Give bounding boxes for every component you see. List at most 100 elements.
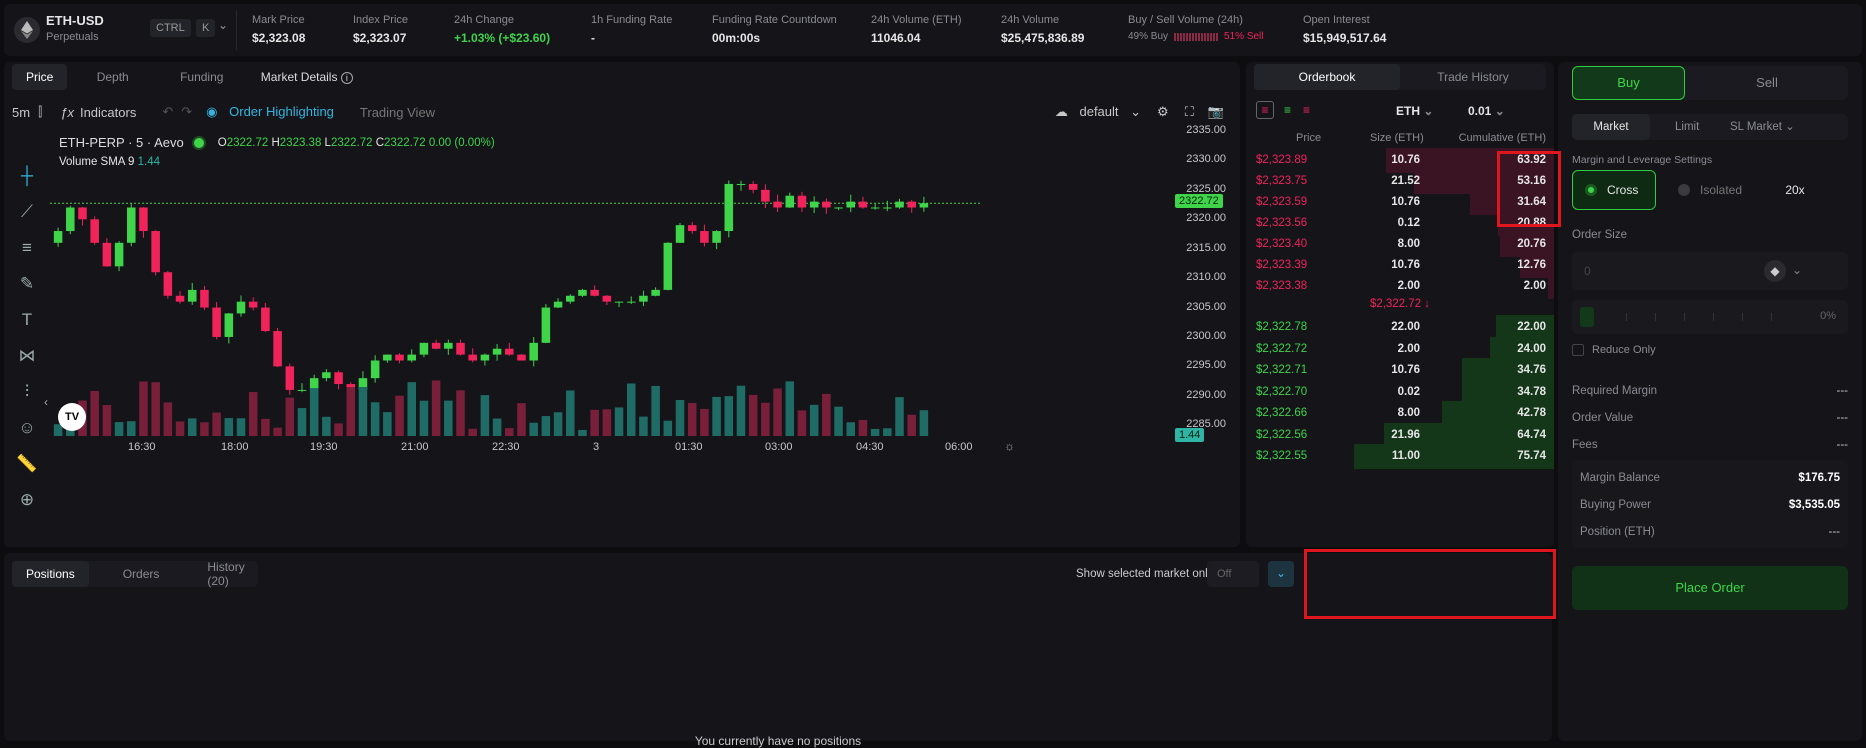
volume-bar: [883, 428, 892, 436]
order-type-market[interactable]: Market: [1572, 114, 1650, 140]
order-type-sl-market[interactable]: SL Market ⌄: [1730, 114, 1795, 140]
margin-balance-label: Margin Balance: [1580, 472, 1660, 484]
chevron-down-icon[interactable]: ⌄: [1792, 263, 1802, 277]
ob-size: 2.00: [1397, 280, 1420, 292]
collapse-arrow-icon[interactable]: ‹: [44, 395, 48, 409]
candle-body: [431, 342, 441, 349]
tab-trade-history[interactable]: Trade History: [1400, 64, 1546, 90]
candle-body: [712, 231, 721, 243]
price-tick-label: 2335.00: [1186, 124, 1226, 136]
ask-row[interactable]: $2,323.38 2.00 2.00: [1246, 274, 1554, 299]
required-margin-label: Required Margin: [1572, 385, 1658, 397]
candle-body: [370, 360, 380, 379]
candle-body: [626, 301, 636, 303]
sell-button[interactable]: Sell: [1686, 66, 1848, 100]
volume-bar: [736, 385, 746, 436]
volume-bar: [675, 399, 685, 436]
isolated-margin-button[interactable]: Isolated: [1666, 170, 1750, 210]
candle-body: [785, 195, 795, 208]
candle-body: [322, 372, 331, 379]
last-volume-label: 1.44: [1175, 428, 1205, 442]
price-tick-label: 2315.00: [1186, 241, 1226, 254]
candle-body: [456, 342, 465, 355]
time-tick-label: 22:30: [492, 441, 520, 453]
candle-body: [675, 225, 685, 243]
candle-body: [444, 342, 453, 349]
market-selector[interactable]: ETH-USD Perpetuals: [46, 13, 104, 43]
tab-orderbook[interactable]: Orderbook: [1254, 64, 1400, 90]
time-tick-label: 21:00: [401, 441, 429, 453]
axis-settings-icon[interactable]: ☼: [1004, 439, 1015, 453]
time-tick-label: 06:00: [945, 441, 973, 453]
reduce-only-checkbox[interactable]: Reduce Only: [1572, 344, 1656, 356]
candle-body: [553, 301, 563, 308]
book-asks-icon[interactable]: ≡: [1303, 103, 1310, 117]
show-selected-market-toggle[interactable]: Off: [1207, 561, 1259, 587]
volume-bar: [114, 422, 124, 436]
bid-row[interactable]: $2,322.55 11.00 75.74: [1246, 444, 1554, 469]
asset-selector[interactable]: ETH ⌄: [1396, 104, 1433, 118]
ob-price: $2,322.70: [1256, 385, 1308, 398]
order-value-label: Order Value: [1572, 412, 1634, 424]
candle-body: [187, 289, 197, 302]
time-tick-label: 04:30: [856, 441, 884, 453]
ob-cumulative: 75.74: [1517, 450, 1546, 462]
ob-price: $2,323.59: [1256, 196, 1308, 208]
ob-price: $2,322.66: [1256, 407, 1308, 419]
candle-body: [66, 207, 75, 232]
volume-bar: [175, 421, 185, 436]
place-order-button[interactable]: Place Order: [1572, 566, 1848, 610]
candlestick-chart[interactable]: [4, 62, 1240, 547]
buy-button[interactable]: Buy: [1572, 66, 1685, 100]
volume-bar: [309, 388, 319, 436]
stat-mark-price: Mark Price $2,323.08: [252, 14, 306, 45]
candle-body: [285, 366, 295, 390]
candle-body: [748, 183, 758, 190]
candle-body: [505, 348, 514, 355]
tradingview-logo: TV: [58, 403, 86, 431]
order-size-input[interactable]: 0 ◆ ⌄: [1572, 252, 1848, 290]
ob-price: $2,322.71: [1256, 364, 1308, 376]
tab-positions[interactable]: Positions: [12, 561, 89, 587]
empty-positions-message: You currently have no positions: [694, 734, 862, 748]
volume-bar: [834, 406, 843, 436]
ob-price: $2,322.72: [1256, 342, 1308, 355]
candle-body: [773, 201, 782, 208]
book-bids-icon[interactable]: ≡: [1284, 103, 1291, 117]
stat-index-price: Index Price $2,323.07: [353, 14, 409, 45]
candle-body: [78, 207, 87, 220]
time-tick-label: 19:30: [310, 441, 338, 453]
volume-bar: [858, 419, 868, 436]
ob-size: 8.00: [1397, 407, 1420, 419]
tab-orders[interactable]: Orders: [109, 561, 174, 587]
order-type-limit[interactable]: Limit: [1675, 114, 1699, 140]
ob-cumulative: 64.74: [1517, 428, 1546, 441]
ob-size: 10.76: [1391, 259, 1420, 271]
volume-bar: [224, 418, 234, 436]
volume-bar: [700, 408, 709, 436]
ob-size: 8.00: [1397, 238, 1420, 250]
volume-bar: [456, 390, 465, 436]
volume-bar: [919, 410, 929, 436]
stat-24h-volume: 24h Volume $25,475,836.89: [1001, 14, 1085, 45]
ob-price: $2,323.89: [1256, 154, 1308, 166]
tab-history[interactable]: History (20): [193, 554, 258, 594]
tick-size-selector[interactable]: 0.01 ⌄: [1468, 104, 1505, 118]
chevron-down-icon[interactable]: ⌄: [1268, 561, 1294, 587]
candle-body: [297, 389, 307, 391]
time-tick-label: 18:00: [221, 441, 249, 453]
highlight-box-leverage: [1497, 151, 1561, 227]
order-size-slider[interactable]: 0%: [1572, 300, 1848, 334]
price-tick-label: 2290.00: [1186, 388, 1226, 401]
chevron-down-icon[interactable]: ⌄: [218, 18, 228, 32]
margin-balance-value: $176.75: [1798, 472, 1840, 484]
price-tick-label: 2300.00: [1186, 329, 1226, 342]
volume-bar: [102, 405, 112, 436]
leverage-selector[interactable]: 20x: [1754, 170, 1836, 210]
ob-cumulative: 12.76: [1517, 259, 1546, 271]
book-both-icon[interactable]: ≡: [1256, 101, 1274, 119]
candle-body: [273, 331, 282, 367]
cross-margin-button[interactable]: Cross: [1572, 170, 1656, 210]
volume-bar: [492, 418, 502, 436]
slider-handle[interactable]: [1580, 307, 1594, 327]
